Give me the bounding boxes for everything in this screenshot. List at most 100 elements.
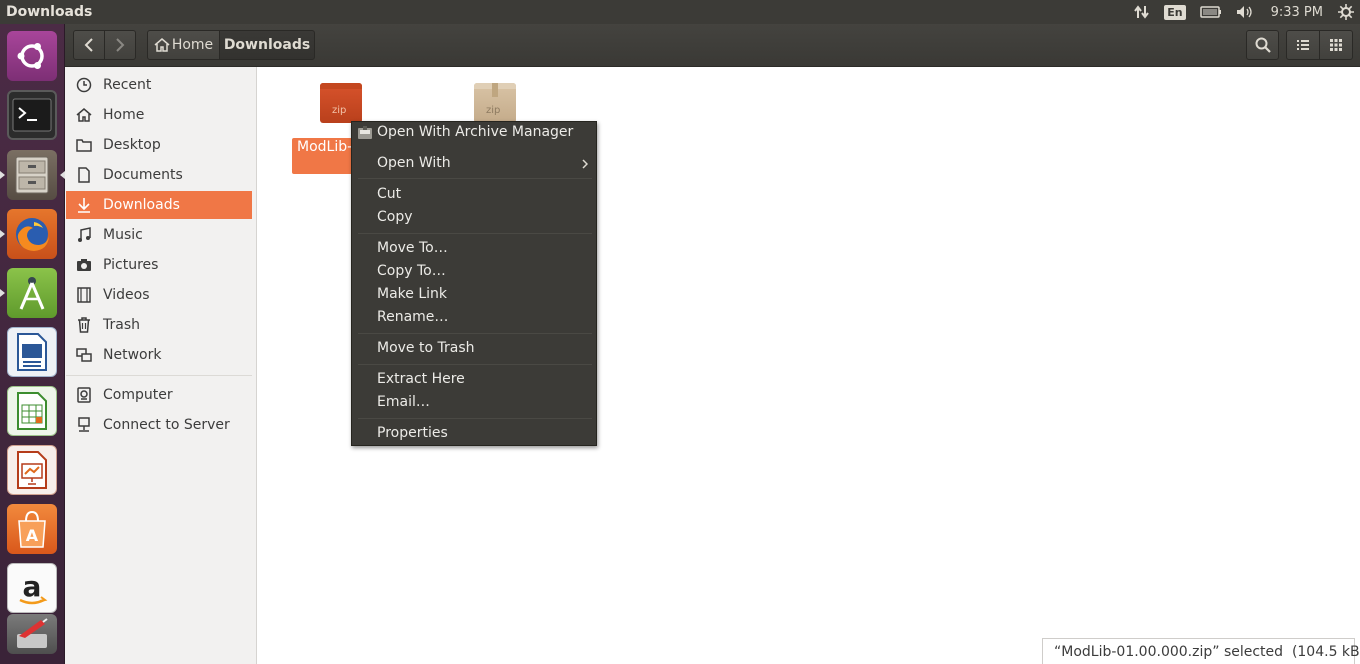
menu-open-with-archive-manager[interactable]: Open With Archive Manager — [377, 124, 573, 140]
context-menu: Open With Archive Manager Open With Cut … — [351, 121, 597, 446]
computer-icon — [76, 387, 92, 403]
menu-cut[interactable]: Cut — [377, 186, 401, 202]
film-icon — [76, 287, 92, 303]
running-indicator — [0, 289, 5, 297]
search-icon — [1255, 37, 1271, 53]
network-icon — [76, 347, 92, 363]
sidebar-item-label: Computer — [103, 387, 173, 403]
sidebar-item-label: Desktop — [103, 137, 161, 153]
menu-email[interactable]: Email… — [377, 394, 430, 410]
sidebar-separator — [66, 375, 252, 376]
zip-archive-icon: zip — [320, 83, 362, 123]
sidebar-item-computer[interactable]: Computer — [66, 381, 252, 409]
zip-badge-label: zip — [486, 105, 501, 116]
header-bar: Home Downloads — [65, 24, 1360, 67]
clock-icon — [76, 77, 92, 93]
breadcrumb-home-label: Home — [171, 37, 214, 53]
archive-manager-icon — [357, 125, 373, 141]
breadcrumb-home[interactable]: Home — [147, 30, 220, 60]
sidebar-item-label: Pictures — [103, 257, 159, 273]
volume-icon[interactable] — [1229, 0, 1261, 24]
settings-tools-icon[interactable] — [7, 614, 57, 654]
sidebar-item-desktop[interactable]: Desktop — [66, 131, 252, 159]
places-sidebar: Recent Home Desktop Documents Downloads … — [65, 67, 257, 664]
sidebar-item-videos[interactable]: Videos — [66, 281, 252, 309]
server-icon — [76, 417, 92, 433]
menu-separator — [358, 333, 592, 334]
menu-separator — [358, 364, 592, 365]
folder-icon — [76, 137, 92, 153]
menu-make-link[interactable]: Make Link — [377, 286, 447, 302]
svg-text:a: a — [23, 570, 42, 603]
running-indicator — [0, 171, 5, 179]
home-icon — [76, 107, 92, 123]
sidebar-item-trash[interactable]: Trash — [66, 311, 252, 339]
status-bar: “ModLib-01.00.000.zip” selected (104.5 k… — [1042, 638, 1360, 664]
music-note-icon — [76, 227, 92, 243]
power-gear-icon[interactable] — [1331, 0, 1360, 24]
sidebar-item-documents[interactable]: Documents — [66, 161, 252, 189]
impress-icon[interactable] — [7, 445, 57, 495]
zip-badge-label: zip — [332, 105, 347, 116]
breadcrumb-current-label: Downloads — [223, 37, 311, 53]
sidebar-item-label: Videos — [103, 287, 150, 303]
window-title: Downloads — [6, 4, 93, 20]
sidebar-item-label: Documents — [103, 167, 183, 183]
trash-icon — [76, 317, 92, 333]
list-view-button[interactable] — [1286, 30, 1320, 60]
sidebar-item-downloads[interactable]: Downloads — [66, 191, 252, 219]
firefox-icon[interactable] — [7, 209, 57, 259]
menu-move-to-trash[interactable]: Move to Trash — [377, 340, 475, 356]
menu-move-to[interactable]: Move To… — [377, 240, 448, 256]
running-indicator — [0, 230, 5, 238]
menu-separator — [358, 178, 592, 179]
writer-icon[interactable] — [7, 327, 57, 377]
home-icon — [154, 38, 170, 52]
terminal-icon[interactable] — [7, 90, 57, 140]
network-updown-icon[interactable] — [1127, 0, 1157, 24]
chevron-left-icon — [84, 38, 93, 52]
shopping-bag-icon[interactable]: A — [7, 504, 57, 554]
status-text: “ModLib-01.00.000.zip” selected (104.5 k… — [1054, 643, 1360, 660]
sidebar-item-pictures[interactable]: Pictures — [66, 251, 252, 279]
sidebar-item-label: Downloads — [103, 197, 180, 213]
sidebar-item-label: Recent — [103, 77, 152, 93]
sidebar-item-music[interactable]: Music — [66, 221, 252, 249]
menu-copy-to[interactable]: Copy To… — [377, 263, 446, 279]
top-panel: Downloads En 9:33 PM — [0, 0, 1360, 24]
amazon-icon[interactable]: a — [7, 563, 57, 613]
download-arrow-icon — [76, 197, 92, 213]
menu-open-with[interactable]: Open With — [377, 155, 451, 171]
zip-archive-icon: zip — [474, 83, 516, 123]
chevron-right-icon — [116, 38, 125, 52]
sidebar-item-label: Network — [103, 347, 162, 363]
menu-extract-here[interactable]: Extract Here — [377, 371, 465, 387]
menu-separator — [358, 418, 592, 419]
menu-rename[interactable]: Rename… — [377, 309, 448, 325]
sidebar-item-recent[interactable]: Recent — [66, 71, 252, 99]
android-studio-icon[interactable] — [7, 268, 57, 318]
back-button[interactable] — [73, 30, 105, 60]
menu-copy[interactable]: Copy — [377, 209, 413, 225]
grid-view-button[interactable] — [1319, 30, 1353, 60]
camera-icon — [76, 257, 92, 273]
calc-icon[interactable] — [7, 386, 57, 436]
battery-icon[interactable] — [1193, 0, 1229, 24]
keyboard-layout-indicator[interactable]: En — [1157, 0, 1192, 24]
document-icon — [76, 167, 92, 183]
sidebar-item-home[interactable]: Home — [66, 101, 252, 129]
file-cabinet-icon[interactable] — [7, 150, 57, 200]
sidebar-item-label: Trash — [103, 317, 140, 333]
submenu-arrow-icon — [582, 159, 588, 169]
sidebar-item-network[interactable]: Network — [66, 341, 252, 369]
sidebar-item-connect-to-server[interactable]: Connect to Server — [66, 411, 252, 439]
breadcrumb-downloads[interactable]: Downloads — [219, 30, 315, 60]
menu-properties[interactable]: Properties — [377, 425, 448, 441]
sidebar-item-label: Music — [103, 227, 143, 243]
list-icon — [1297, 40, 1309, 50]
forward-button[interactable] — [104, 30, 136, 60]
ubuntu-logo-icon[interactable] — [7, 31, 57, 81]
svg-text:A: A — [26, 526, 39, 545]
clock[interactable]: 9:33 PM — [1261, 5, 1331, 20]
search-button[interactable] — [1246, 30, 1279, 60]
